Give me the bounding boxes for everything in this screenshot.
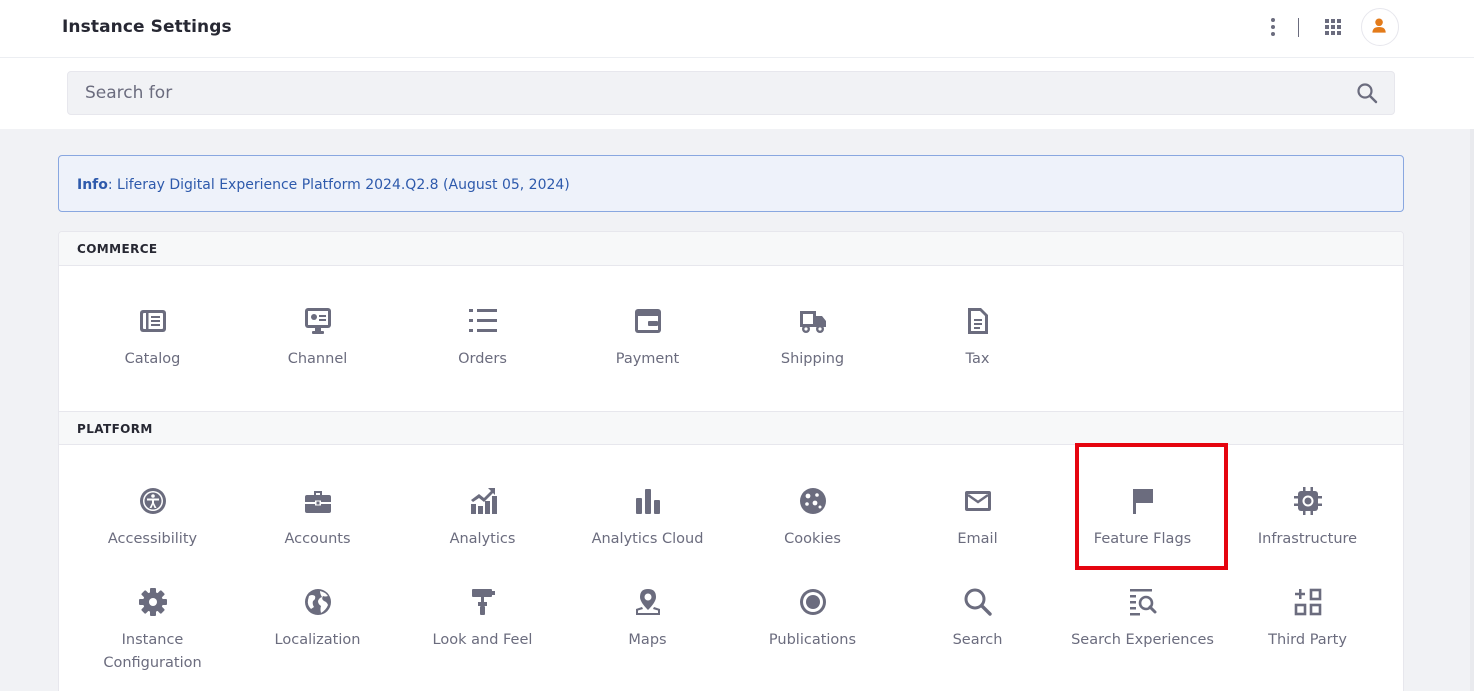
tile-localization[interactable]: Localization bbox=[235, 587, 400, 652]
tile-label: Shipping bbox=[780, 351, 845, 367]
bar-chart-icon bbox=[633, 486, 663, 516]
tile-label: Look and Feel bbox=[432, 632, 533, 648]
section-header-platform: PLATFORM bbox=[59, 411, 1403, 445]
scrollbar-track[interactable] bbox=[1470, 129, 1474, 691]
tile-label: Tax bbox=[965, 351, 990, 367]
tile-label: Localization bbox=[274, 632, 361, 648]
catalog-icon bbox=[138, 306, 168, 336]
chip-icon bbox=[1293, 486, 1323, 516]
tile-label: Feature Flags bbox=[1093, 531, 1192, 547]
tile-look-and-feel[interactable]: Look and Feel bbox=[400, 587, 565, 652]
tile-label: Cookies bbox=[784, 531, 841, 547]
tile-label: Accounts bbox=[284, 531, 351, 547]
globe-icon bbox=[303, 587, 333, 617]
tile-label: Payment bbox=[615, 351, 680, 367]
info-message: : Liferay Digital Experience Platform 20… bbox=[107, 177, 570, 193]
tile-search[interactable]: Search bbox=[895, 587, 1060, 652]
header-divider bbox=[1298, 18, 1299, 37]
envelope-icon bbox=[963, 486, 993, 516]
tile-label: Publications bbox=[768, 632, 857, 648]
tile-search-experiences[interactable]: Search Experiences bbox=[1060, 587, 1225, 652]
tile-label: Analytics bbox=[449, 531, 516, 547]
tile-accessibility[interactable]: Accessibility bbox=[70, 486, 235, 551]
tile-payment[interactable]: Payment bbox=[565, 306, 730, 371]
tile-analytics[interactable]: Analytics bbox=[400, 486, 565, 551]
tile-label: Orders bbox=[458, 351, 507, 367]
search-icon[interactable] bbox=[1356, 82, 1378, 104]
tile-tax[interactable]: Tax bbox=[895, 306, 1060, 371]
tile-cookies[interactable]: Cookies bbox=[730, 486, 895, 551]
search-list-icon bbox=[1128, 587, 1158, 617]
tile-third-party[interactable]: Third Party bbox=[1225, 587, 1390, 652]
top-bar: Instance Settings bbox=[0, 0, 1474, 58]
paint-roller-icon bbox=[468, 587, 498, 617]
tile-infrastructure[interactable]: Infrastructure bbox=[1225, 486, 1390, 551]
section-header-commerce: COMMERCE bbox=[59, 232, 1403, 266]
search-bar-container bbox=[0, 58, 1474, 129]
tile-label: Catalog bbox=[124, 351, 181, 367]
options-menu-icon[interactable] bbox=[1262, 16, 1284, 38]
tile-feature-flags[interactable]: Feature Flags bbox=[1060, 486, 1225, 551]
user-avatar[interactable] bbox=[1361, 8, 1399, 46]
info-label: Info bbox=[77, 177, 108, 193]
cookie-icon bbox=[798, 486, 828, 516]
tile-channel[interactable]: Channel bbox=[235, 306, 400, 371]
tile-label: Infrastructure bbox=[1257, 531, 1358, 547]
tile-label: Search bbox=[952, 632, 1003, 648]
tile-label: Third Party bbox=[1268, 632, 1347, 648]
tile-label: Analytics Cloud bbox=[591, 531, 704, 547]
wallet-icon bbox=[633, 306, 663, 336]
tile-catalog[interactable]: Catalog bbox=[70, 306, 235, 371]
analytics-icon bbox=[468, 486, 498, 516]
add-grid-icon bbox=[1293, 587, 1323, 617]
tile-label: Search Experiences bbox=[1071, 632, 1214, 648]
tile-instance-configuration[interactable]: Instance Configuration bbox=[70, 587, 235, 675]
tile-accounts[interactable]: Accounts bbox=[235, 486, 400, 551]
briefcase-icon bbox=[303, 486, 333, 516]
list-icon bbox=[468, 306, 498, 336]
user-icon bbox=[1372, 18, 1386, 33]
tile-publications[interactable]: Publications bbox=[730, 587, 895, 652]
truck-icon bbox=[798, 306, 828, 336]
tile-label: Accessibility bbox=[107, 531, 198, 547]
tile-label: Channel bbox=[287, 351, 348, 367]
map-pin-icon bbox=[633, 587, 663, 617]
accessibility-icon bbox=[138, 486, 168, 516]
tile-email[interactable]: Email bbox=[895, 486, 1060, 551]
tile-label: Email bbox=[957, 531, 998, 547]
tile-maps[interactable]: Maps bbox=[565, 587, 730, 652]
tile-label: Maps bbox=[628, 632, 667, 648]
publications-icon bbox=[798, 587, 828, 617]
search-input[interactable] bbox=[67, 71, 1395, 115]
tile-orders[interactable]: Orders bbox=[400, 306, 565, 371]
gear-icon bbox=[138, 587, 168, 617]
tile-analytics-cloud[interactable]: Analytics Cloud bbox=[565, 486, 730, 551]
channel-icon bbox=[303, 306, 333, 336]
page-title: Instance Settings bbox=[62, 17, 232, 37]
info-alert: Info: Liferay Digital Experience Platfor… bbox=[58, 155, 1404, 212]
apps-grid-icon[interactable] bbox=[1322, 16, 1344, 38]
tile-shipping[interactable]: Shipping bbox=[730, 306, 895, 371]
search-icon bbox=[963, 587, 993, 617]
document-icon bbox=[963, 306, 993, 336]
flag-icon bbox=[1128, 486, 1158, 516]
tile-label: Instance Configuration bbox=[103, 632, 202, 671]
settings-panel: COMMERCE Catalog Channel Orders Payment … bbox=[58, 231, 1404, 691]
